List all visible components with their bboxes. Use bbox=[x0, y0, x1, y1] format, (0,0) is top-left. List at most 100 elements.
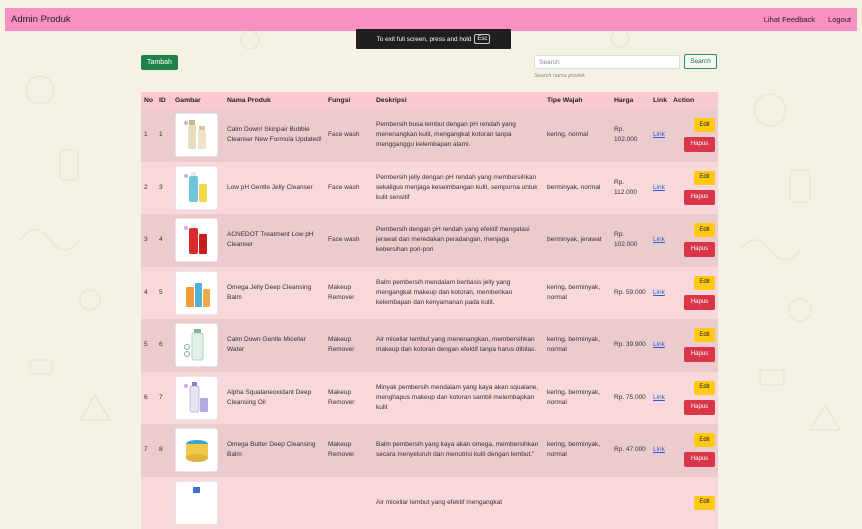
cell-fungsi: Makeup Remover bbox=[325, 372, 373, 425]
action-group: Edit bbox=[673, 496, 715, 510]
header-tipe-wajah: Tipe Wajah bbox=[544, 92, 611, 109]
cell-nama-produk: Omega Jelly Deep Cleansing Balm bbox=[224, 267, 325, 320]
table-row: 6 7 Alpha Squalaneoxidant Deep Cleansing… bbox=[141, 372, 718, 425]
edit-button[interactable]: Edit bbox=[694, 496, 715, 510]
product-image bbox=[175, 113, 218, 157]
cell-tipe-wajah bbox=[544, 477, 611, 529]
cell-harga: Rp. 112.000 bbox=[611, 162, 650, 215]
cell-nama-produk: Low pH Gentle Jelly Cleanser bbox=[224, 162, 325, 215]
cell-deskripsi: Minyak pembersih mendalam yang kaya akan… bbox=[373, 372, 544, 425]
cell-fungsi: Face wash bbox=[325, 162, 373, 215]
cell-tipe-wajah: berminyak, normal bbox=[544, 162, 611, 215]
cell-harga: Rp. 59.000 bbox=[611, 267, 650, 320]
cell-fungsi: Makeup Remover bbox=[325, 319, 373, 372]
search-button[interactable]: Search bbox=[684, 54, 717, 69]
delete-button[interactable]: Hapus bbox=[684, 400, 715, 415]
table-row: 3 4 ACNEDOT Treatment Low pH Cleanser Fa… bbox=[141, 214, 718, 267]
table-row: 7 8 Omega Butter Deep Cleansing Balm Mak… bbox=[141, 424, 718, 477]
cell-action: Edit Hapus bbox=[670, 267, 718, 320]
cell-no: 3 bbox=[141, 214, 156, 267]
product-image bbox=[175, 481, 218, 525]
navbar: Admin Produk Lihat Feedback Logout bbox=[5, 8, 857, 31]
product-link[interactable]: Link bbox=[653, 394, 665, 401]
cell-deskripsi: Pembersih busa lembut dengan pH rendah y… bbox=[373, 109, 544, 162]
cell-nama-produk bbox=[224, 477, 325, 529]
cell-deskripsi: Air micellar lembut yang efektif mengang… bbox=[373, 477, 544, 529]
product-link[interactable]: Link bbox=[653, 236, 665, 243]
action-group: Edit Hapus bbox=[673, 433, 715, 467]
edit-button[interactable]: Edit bbox=[694, 171, 715, 185]
cell-gambar bbox=[172, 372, 224, 425]
delete-button[interactable]: Hapus bbox=[684, 347, 715, 362]
cell-fungsi bbox=[325, 477, 373, 529]
header-link: Link bbox=[650, 92, 670, 109]
header-harga: Harga bbox=[611, 92, 650, 109]
product-image bbox=[175, 323, 218, 367]
product-link[interactable]: Link bbox=[653, 341, 665, 348]
cell-fungsi: Face wash bbox=[325, 109, 373, 162]
add-product-button[interactable]: Tambah bbox=[141, 55, 178, 70]
table-header-row: No ID Gambar Nama Produk Fungsi Deskrips… bbox=[141, 92, 718, 109]
product-link[interactable]: Link bbox=[653, 289, 665, 296]
edit-button[interactable]: Edit bbox=[694, 433, 715, 447]
feedback-link[interactable]: Lihat Feedback bbox=[764, 15, 815, 24]
delete-button[interactable]: Hapus bbox=[684, 137, 715, 152]
delete-button[interactable]: Hapus bbox=[684, 190, 715, 205]
product-link[interactable]: Link bbox=[653, 184, 665, 191]
cell-gambar bbox=[172, 267, 224, 320]
product-image bbox=[175, 428, 218, 472]
cell-tipe-wajah: kering, berminyak, normal bbox=[544, 267, 611, 320]
cell-deskripsi: Balm pembersih mendalam berbasis jelly y… bbox=[373, 267, 544, 320]
nav-links: Lihat Feedback Logout bbox=[764, 15, 851, 24]
cell-action: Edit Hapus bbox=[670, 214, 718, 267]
cell-harga: Rp. 47.000 bbox=[611, 424, 650, 477]
cell-action: Edit bbox=[670, 477, 718, 529]
cell-gambar bbox=[172, 109, 224, 162]
cell-link: Link bbox=[650, 214, 670, 267]
cell-nama-produk: Calm Down! Skinpair Bubble Cleanser New … bbox=[224, 109, 325, 162]
header-gambar: Gambar bbox=[172, 92, 224, 109]
product-link[interactable]: Link bbox=[653, 446, 665, 453]
cell-fungsi: Makeup Remover bbox=[325, 424, 373, 477]
cell-action: Edit Hapus bbox=[670, 319, 718, 372]
table-row: 4 5 Omega Jelly Deep Cleansing Balm Make… bbox=[141, 267, 718, 320]
edit-button[interactable]: Edit bbox=[694, 276, 715, 290]
cell-link bbox=[650, 477, 670, 529]
search-input[interactable] bbox=[534, 55, 680, 69]
cell-deskripsi: Balm pembersih yang kaya akan omega, mem… bbox=[373, 424, 544, 477]
product-link[interactable]: Link bbox=[653, 131, 665, 138]
cell-link: Link bbox=[650, 162, 670, 215]
product-image bbox=[175, 166, 218, 210]
cell-gambar bbox=[172, 319, 224, 372]
cell-id bbox=[156, 477, 172, 529]
edit-button[interactable]: Edit bbox=[694, 118, 715, 132]
cell-gambar bbox=[172, 214, 224, 267]
table-row: 1 1 Calm Down! Skinpair Bubble Cleanser … bbox=[141, 109, 718, 162]
cell-nama-produk: ACNEDOT Treatment Low pH Cleanser bbox=[224, 214, 325, 267]
cell-nama-produk: Alpha Squalaneoxidant Deep Cleansing Oil bbox=[224, 372, 325, 425]
action-group: Edit Hapus bbox=[673, 381, 715, 415]
edit-button[interactable]: Edit bbox=[694, 381, 715, 395]
cell-id: 5 bbox=[156, 267, 172, 320]
cell-tipe-wajah: kering, normal bbox=[544, 109, 611, 162]
cell-deskripsi: Air micellar lembut yang menenangkan, me… bbox=[373, 319, 544, 372]
cell-action: Edit Hapus bbox=[670, 109, 718, 162]
delete-button[interactable]: Hapus bbox=[684, 242, 715, 257]
cell-no: 4 bbox=[141, 267, 156, 320]
edit-button[interactable]: Edit bbox=[694, 223, 715, 237]
fullscreen-notice-key: Esc bbox=[474, 34, 490, 44]
delete-button[interactable]: Hapus bbox=[684, 295, 715, 310]
cell-deskripsi: Pembersih jelly dengan pH rendah yang me… bbox=[373, 162, 544, 215]
cell-fungsi: Makeup Remover bbox=[325, 267, 373, 320]
edit-button[interactable]: Edit bbox=[694, 328, 715, 342]
app-frame: Admin Produk Lihat Feedback Logout To ex… bbox=[5, 8, 857, 497]
product-image bbox=[175, 376, 218, 420]
header-id: ID bbox=[156, 92, 172, 109]
table-row: 2 3 Low pH Gentle Jelly Cleanser Face wa… bbox=[141, 162, 718, 215]
cell-link: Link bbox=[650, 372, 670, 425]
cell-link: Link bbox=[650, 267, 670, 320]
cell-link: Link bbox=[650, 319, 670, 372]
cell-id: 6 bbox=[156, 319, 172, 372]
delete-button[interactable]: Hapus bbox=[684, 452, 715, 467]
logout-link[interactable]: Logout bbox=[828, 15, 851, 24]
